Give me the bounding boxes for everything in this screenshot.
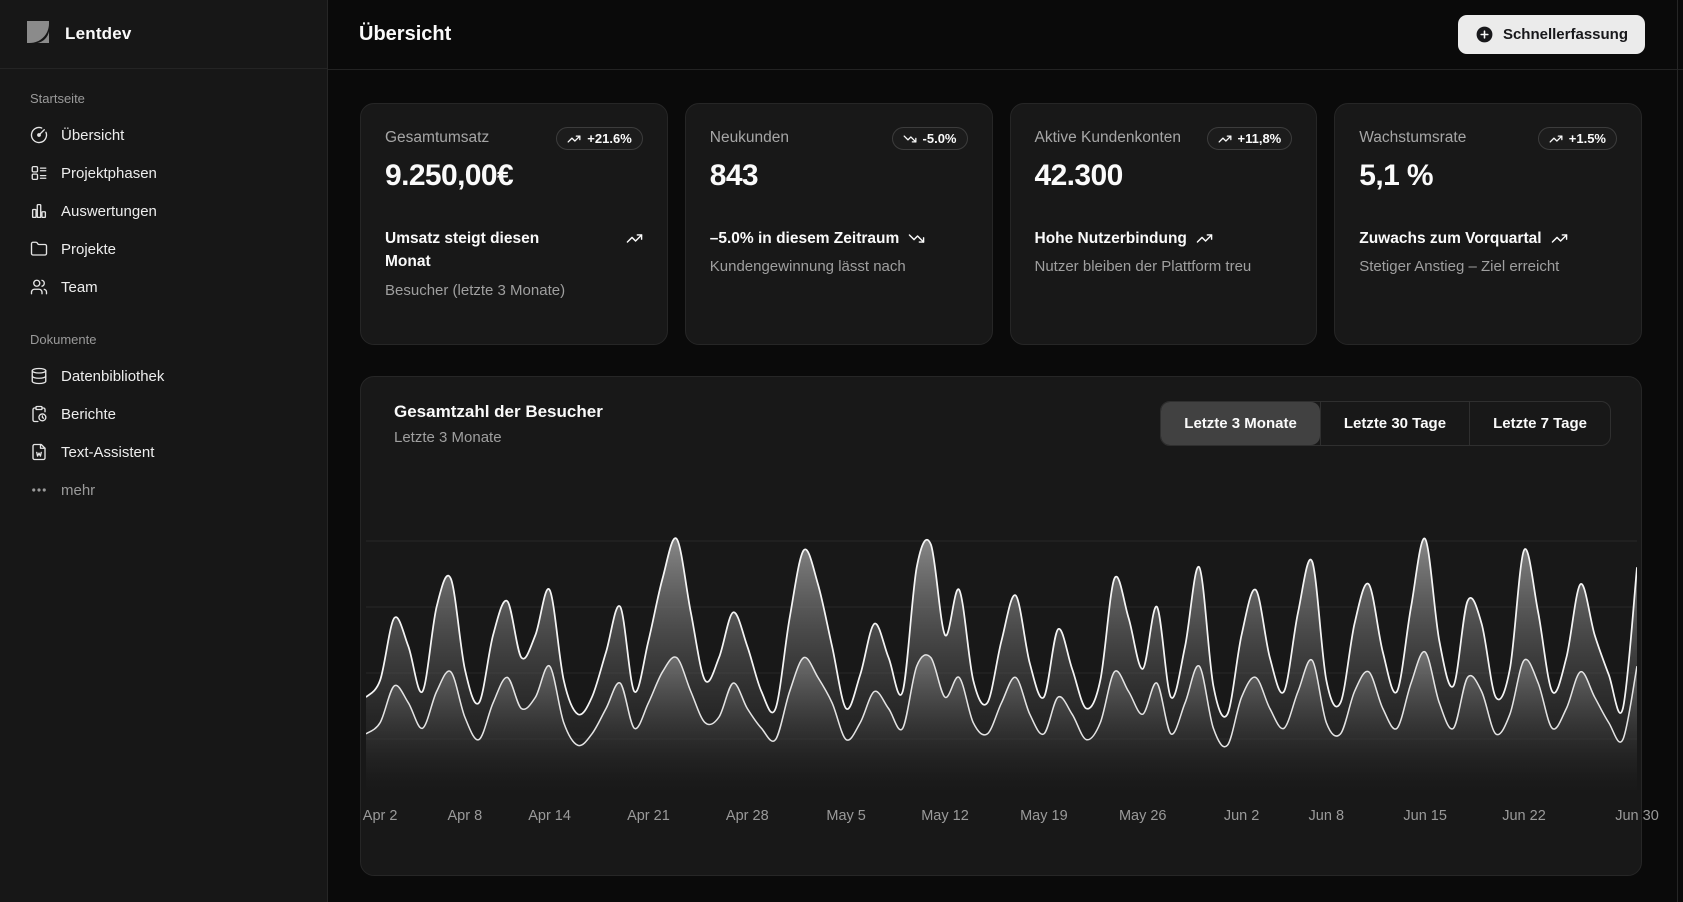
x-tick-label: May 19 [1020,808,1068,824]
stat-card-gesamtumsatz: Gesamtumsatz +21.6% 9.250,00€ Umsatz ste… [360,103,668,345]
lentdev-logo-icon [24,18,52,51]
sidebar-header[interactable]: Lentdev [0,0,327,69]
sidebar-section-dokumente: Dokumente Datenbibliothek Berichte Text-… [14,332,313,509]
x-tick-label: Jun 2 [1224,808,1259,824]
area-chart-svg [366,480,1637,790]
circle-plus-icon [1475,25,1494,44]
trend-badge: +1.5% [1538,127,1617,150]
trend-badge: -5.0% [892,127,968,150]
chart-title-block: Gesamtzahl der Besucher Letzte 3 Monate [394,402,603,446]
trending-up-icon [1218,132,1232,146]
sidebar-item-label: Projekte [61,241,116,258]
x-tick-label: May 26 [1119,808,1167,824]
trend-badge: +11,8% [1207,127,1293,150]
x-axis-labels: Apr 2 Apr 8 Apr 14 Apr 21 Apr 28 May 5 May 12 M… [366,798,1637,840]
sidebar-item-label: Team [61,279,98,296]
trending-up-icon [567,132,581,146]
sidebar-item-label: Auswertungen [61,203,157,220]
x-tick-label: Jun 22 [1502,808,1546,824]
users-icon [30,278,48,296]
stat-value: 5,1 % [1359,159,1617,193]
stat-card-aktive-kundenkonten: Aktive Kundenkonten +11,8% 42.300 Hohe N… [1010,103,1318,345]
sidebar-item-label: mehr [61,482,95,499]
sidebar-item-label: Berichte [61,406,116,423]
range-tab-group: Letzte 3 Monate Letzte 30 Tage Letzte 7 … [1160,401,1611,446]
database-icon [30,367,48,385]
main-area: Übersicht Schnellerfassung Gesamtumsatz … [328,0,1683,902]
sidebar-item-text-assistent[interactable]: Text-Assistent [14,433,313,471]
stat-card-wachstumsrate: Wachstumsrate +1.5% 5,1 % Zuwachs zum Vo… [1334,103,1642,345]
x-tick-label: Apr 28 [726,808,769,824]
x-tick-label: Apr 21 [627,808,670,824]
x-tick-label: May 12 [921,808,969,824]
folder-icon [30,240,48,258]
x-tick-label: Jun 15 [1403,808,1447,824]
x-tick-label: Apr 2 [363,808,398,824]
stat-footer: Umsatz steigt diesen Monat Besucher (let… [385,227,643,301]
sidebar-item-label: Datenbibliothek [61,368,164,385]
layout-list-icon [30,164,48,182]
trend-badge: +21.6% [556,127,642,150]
stat-footer: –5.0% in diesem Zeitraum Kundengewinnung… [710,227,968,278]
trending-down-icon [903,132,917,146]
stat-label: Neukunden [710,127,789,149]
sidebar-section-startseite: Startseite Übersicht Projektphasen Auswe… [14,91,313,306]
stat-value: 42.300 [1035,159,1293,193]
visitors-chart-card: Gesamtzahl der Besucher Letzte 3 Monate … [360,376,1642,876]
trending-up-icon [1196,227,1213,247]
sidebar-item-label: Projektphasen [61,165,157,182]
sidebar-item-auswertungen[interactable]: Auswertungen [14,192,313,230]
sidebar-item-label: Übersicht [61,127,124,144]
x-tick-label: Jun 8 [1309,808,1344,824]
trending-down-icon [908,227,925,247]
clipboard-clock-icon [30,405,48,423]
stat-label: Gesamtumsatz [385,127,489,149]
x-tick-label: Jun 30 [1615,808,1659,824]
sidebar-item-projektphasen[interactable]: Projektphasen [14,154,313,192]
stat-card-neukunden: Neukunden -5.0% 843 –5.0% in diesem Zeit… [685,103,993,345]
chart-subtitle: Letzte 3 Monate [394,429,603,446]
sidebar: Lentdev Startseite Übersicht Projektphas… [0,0,328,902]
file-word-icon [30,443,48,461]
dashboard-content: Gesamtumsatz +21.6% 9.250,00€ Umsatz ste… [328,70,1683,902]
tab-letzte-7-tage[interactable]: Letzte 7 Tage [1469,402,1610,445]
trending-up-icon [1549,132,1563,146]
stat-value: 843 [710,159,968,193]
chart-title: Gesamtzahl der Besucher [394,402,603,422]
sidebar-item-team[interactable]: Team [14,268,313,306]
stat-footer: Hohe Nutzerbindung Nutzer bleiben der Pl… [1035,227,1293,278]
bar-chart-icon [30,202,48,220]
stat-label: Wachstumsrate [1359,127,1466,149]
gauge-icon [30,126,48,144]
quick-create-button[interactable]: Schnellerfassung [1458,15,1645,54]
sidebar-item-uebersicht[interactable]: Übersicht [14,116,313,154]
quick-create-label: Schnellerfassung [1503,26,1628,43]
stat-value: 9.250,00€ [385,159,643,193]
section-label: Dokumente [14,332,313,347]
top-bar: Übersicht Schnellerfassung [328,0,1683,70]
trending-up-icon [626,227,643,247]
stat-footer: Zuwachs zum Vorquartal Stetiger Anstieg … [1359,227,1617,278]
stats-grid: Gesamtumsatz +21.6% 9.250,00€ Umsatz ste… [360,103,1642,345]
area-chart[interactable]: Apr 2 Apr 8 Apr 14 Apr 21 Apr 28 May 5 May 12 M… [366,480,1637,840]
window-edge-line [1677,0,1678,902]
x-tick-label: Apr 8 [448,808,483,824]
sidebar-nav: Startseite Übersicht Projektphasen Auswe… [0,69,327,535]
tab-letzte-3-monate[interactable]: Letzte 3 Monate [1161,402,1320,445]
trending-up-icon [1551,227,1568,247]
ellipsis-icon [30,481,48,499]
page-title: Übersicht [359,23,451,46]
sidebar-item-berichte[interactable]: Berichte [14,395,313,433]
section-label: Startseite [14,91,313,106]
tab-letzte-30-tage[interactable]: Letzte 30 Tage [1320,402,1469,445]
x-tick-label: Apr 14 [528,808,571,824]
sidebar-item-projekte[interactable]: Projekte [14,230,313,268]
sidebar-item-label: Text-Assistent [61,444,154,461]
x-tick-label: May 5 [826,808,866,824]
app-title: Lentdev [65,24,132,44]
stat-label: Aktive Kundenkonten [1035,127,1182,149]
sidebar-item-mehr[interactable]: mehr [14,471,313,509]
sidebar-item-datenbibliothek[interactable]: Datenbibliothek [14,357,313,395]
